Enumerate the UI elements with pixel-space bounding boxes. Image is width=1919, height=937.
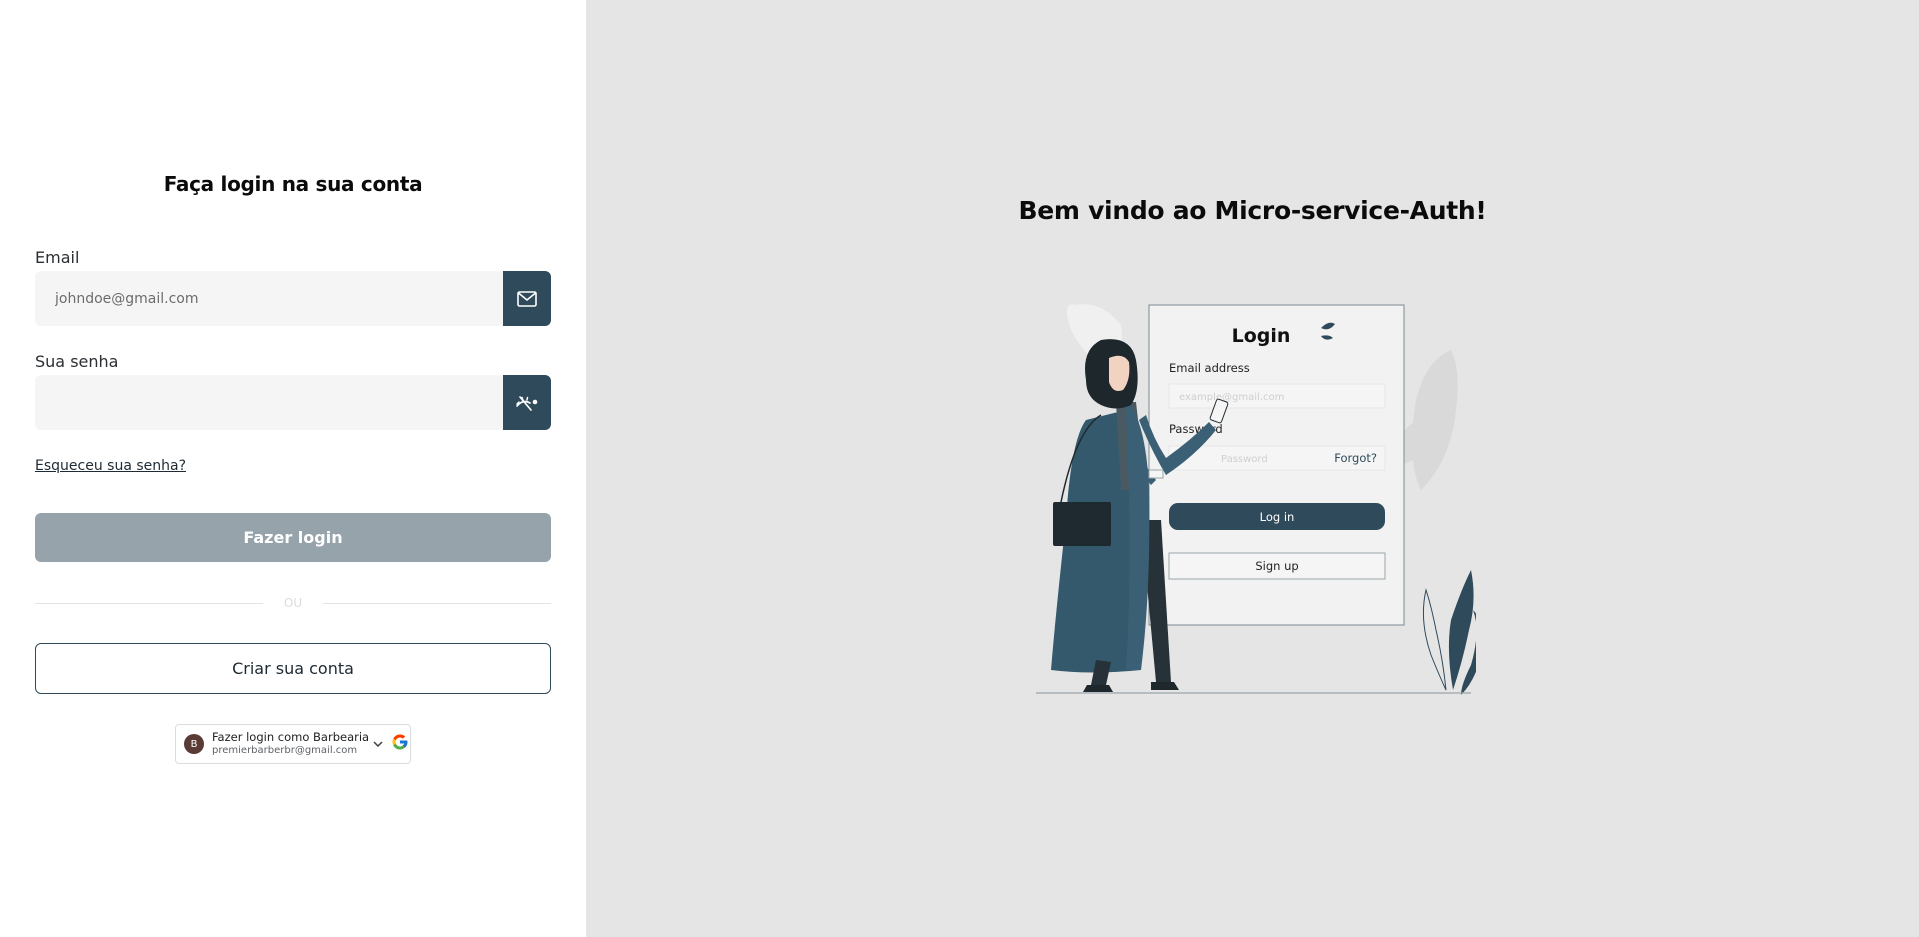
google-signin-label: Fazer login como Barbearia xyxy=(212,730,370,744)
card-title: Login xyxy=(1232,325,1291,347)
password-label: Sua senha xyxy=(35,352,119,371)
plant-right xyxy=(1422,570,1476,695)
login-button[interactable]: Fazer login xyxy=(35,513,551,562)
welcome-panel: Bem vindo ao Micro-service-Auth! Login E… xyxy=(586,0,1919,937)
card-signup-button: Sign up xyxy=(1255,559,1298,573)
eye-off-icon xyxy=(516,395,538,411)
card-password-placeholder: Password xyxy=(1221,454,1268,465)
email-field-group xyxy=(35,271,551,326)
login-panel: Faça login na sua conta Email Sua senha … xyxy=(0,0,586,937)
or-divider: OU xyxy=(35,594,551,612)
password-field-group xyxy=(35,375,551,430)
chevron-down-icon[interactable] xyxy=(373,738,385,750)
card-email-placeholder: example@gmail.com xyxy=(1179,392,1284,403)
toggle-password-visibility-button[interactable] xyxy=(503,375,551,430)
email-icon-button[interactable] xyxy=(503,271,551,326)
forgot-password-link[interactable]: Esqueceu sua senha? xyxy=(35,458,186,474)
google-account-info: Fazer login como Barbearia premierbarber… xyxy=(212,731,369,757)
avatar: B xyxy=(184,734,204,754)
email-input[interactable] xyxy=(35,271,503,326)
google-logo-icon xyxy=(391,733,409,755)
google-account-email: premierbarberbr@gmail.com xyxy=(212,745,358,756)
login-illustration: Login Email address example@gmail.com Pa… xyxy=(1036,304,1476,695)
mail-icon xyxy=(517,290,537,307)
create-account-button[interactable]: Criar sua conta xyxy=(35,643,551,694)
divider-line-right xyxy=(323,602,551,604)
divider-text: OU xyxy=(283,596,303,610)
login-title: Faça login na sua conta xyxy=(163,172,423,196)
card-email-label: Email address xyxy=(1169,361,1250,375)
password-input[interactable] xyxy=(35,375,503,430)
card-forgot-link: Forgot? xyxy=(1334,451,1377,465)
divider-line-left xyxy=(35,602,263,604)
welcome-title: Bem vindo ao Micro-service-Auth! xyxy=(1018,196,1487,225)
login-card: Login Email address example@gmail.com Pa… xyxy=(1148,304,1405,626)
email-label: Email xyxy=(35,248,80,267)
card-login-button: Log in xyxy=(1260,510,1295,524)
google-signin-button[interactable]: B Fazer login como Barbearia premierbarb… xyxy=(175,724,411,764)
